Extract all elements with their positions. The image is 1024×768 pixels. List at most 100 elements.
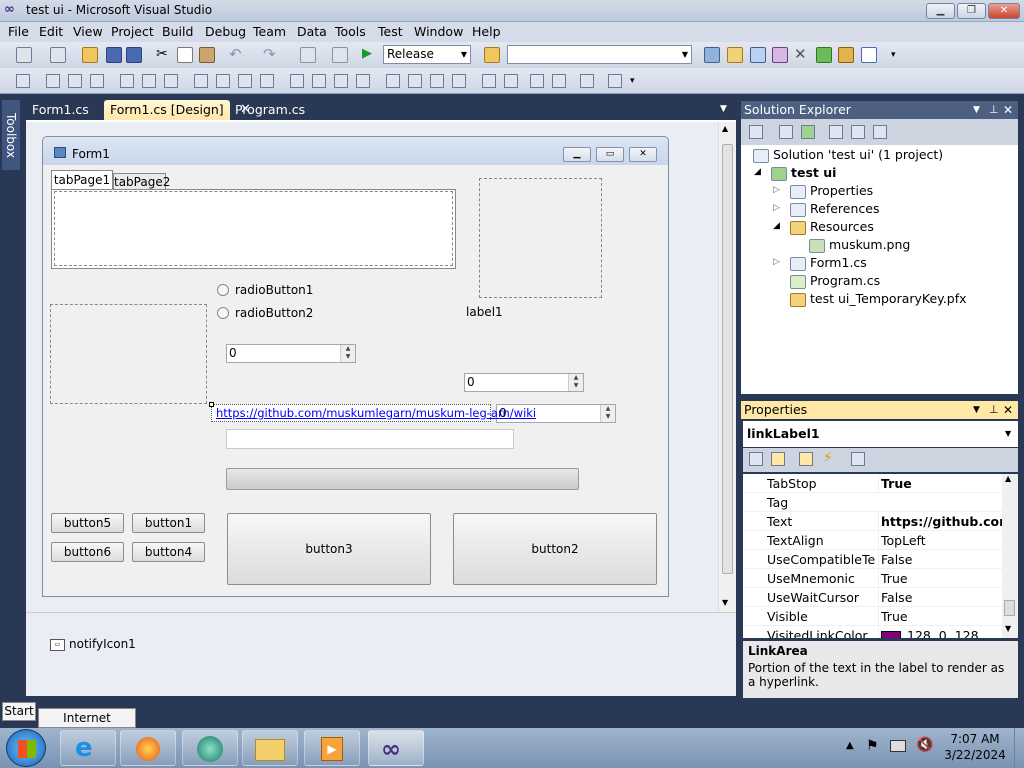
minimize-button[interactable]: ▁ [926,3,955,19]
toolbox-tab[interactable]: Toolbox [2,100,20,170]
align-rights-icon[interactable] [90,74,104,88]
menu-view[interactable]: View [73,24,103,40]
align-centers-icon[interactable] [68,74,82,88]
form-close-button[interactable]: ✕ [629,147,657,162]
start-debugging-icon[interactable]: ▶ [362,46,372,61]
form-maximize-button[interactable]: ▭ [596,147,624,162]
pin-icon[interactable]: ⊥ [989,401,999,419]
close-button[interactable]: ✕ [988,3,1020,19]
view-code-icon[interactable] [829,125,843,139]
property-row[interactable]: UseMnemonic True [743,569,1002,588]
extension-manager-icon[interactable] [838,47,854,63]
tab-form1-design[interactable]: Form1.cs [Design] [104,100,230,120]
categorized-icon[interactable] [749,452,763,466]
spinner-arrows-icon[interactable]: ▲ ▼ [568,374,583,391]
property-row[interactable]: Visible True [743,607,1002,626]
property-pages-icon[interactable] [851,452,865,466]
menu-debug[interactable]: Debug [205,24,246,40]
numeric-updown1[interactable]: 0 ▲ ▼ [226,344,356,363]
toolbar-options-icon[interactable]: ▾ [891,50,896,60]
command-window-icon[interactable] [861,47,877,63]
tab-form1-cs[interactable]: Form1.cs [26,100,95,120]
panel-close-icon[interactable]: ✕ [1003,101,1013,119]
tree-item-form1-cs[interactable]: Form1.cs [790,254,867,272]
maximize-button[interactable]: ❐ [957,3,986,19]
taskbar-internet-explorer[interactable]: e [60,730,116,766]
menu-tools[interactable]: Tools [335,24,366,40]
find-combo[interactable]: ▼ [507,45,692,64]
radio-button2-circle[interactable] [217,307,229,319]
form1-window[interactable]: Form1 ▁ ▭ ✕ tabPage1 tabPage2 label1 rad… [42,136,669,597]
alphabetical-icon[interactable] [771,452,785,466]
tree-item-resources[interactable]: Resources [790,218,874,236]
horizontal-spacing-icon[interactable] [290,74,304,88]
properties-icon[interactable] [749,125,763,139]
property-value[interactable]: True [878,569,1002,588]
new-project-icon[interactable] [16,47,32,63]
scroll-up-icon[interactable]: ▲ [1005,474,1011,483]
make-same-height-icon[interactable] [216,74,230,88]
numeric-updown2[interactable]: 0 ▲ ▼ [464,373,584,392]
radio-button1-label[interactable]: radioButton1 [235,283,313,297]
tree-item-references[interactable]: References [790,200,879,218]
show-desktop-button[interactable] [1014,728,1024,768]
collapsed-arrow-icon[interactable]: ▷ [773,257,780,267]
menu-data[interactable]: Data [297,24,327,40]
button1[interactable]: button1 [132,513,205,533]
property-row[interactable]: TextAlign TopLeft [743,531,1002,550]
navigate-backward-icon[interactable] [300,47,316,63]
start-page-icon[interactable] [816,47,832,63]
selection-handle[interactable] [209,402,214,407]
find-in-files-icon[interactable] [484,47,500,63]
taskbar-media-player[interactable]: ▶ [304,730,360,766]
menu-edit[interactable]: Edit [39,24,63,40]
property-row[interactable]: Tag [743,493,1002,512]
button4[interactable]: button4 [132,542,205,562]
spinner-arrows-icon[interactable]: ▲ ▼ [600,405,615,422]
tree-item-properties[interactable]: Properties [790,182,873,200]
undo-icon[interactable]: ↶ [229,45,242,63]
show-all-files-icon[interactable] [779,125,793,139]
menu-file[interactable]: File [8,24,29,40]
vertical-spacing-icon[interactable] [386,74,400,88]
tab-order-icon[interactable] [580,74,594,88]
scroll-thumb[interactable] [722,144,733,574]
align-to-grid-icon[interactable] [16,74,30,88]
redo-icon[interactable]: ↷ [263,45,276,63]
designer-vertical-scrollbar[interactable]: ▲ ▼ [718,122,736,612]
save-icon[interactable] [106,47,122,63]
paste-icon[interactable] [199,47,215,63]
scroll-thumb[interactable] [1004,600,1015,616]
object-dropdown-icon[interactable]: ▼ [1005,421,1011,447]
form-minimize-button[interactable]: ▁ [563,147,591,162]
center-vertically-icon[interactable] [504,74,518,88]
expand-arrow-icon[interactable]: ◢ [754,167,761,177]
property-row[interactable]: Text https://github.com/m [743,512,1002,531]
taskbar-visual-studio[interactable]: ∞ [368,730,424,766]
property-value[interactable]: False [878,550,1002,569]
align-middles-icon[interactable] [142,74,156,88]
menu-help[interactable]: Help [472,24,501,40]
align-tops-icon[interactable] [120,74,134,88]
remove-v-spacing-icon[interactable] [452,74,466,88]
object-browser-icon[interactable] [750,47,766,63]
taskbar-media-app[interactable] [182,730,238,766]
radio-button2-label[interactable]: radioButton2 [235,306,313,320]
view-designer-icon[interactable] [851,125,865,139]
save-all-icon[interactable] [126,47,142,63]
spinner-arrows-icon[interactable]: ▲ ▼ [340,345,355,362]
center-horizontally-icon[interactable] [482,74,496,88]
properties-window-icon[interactable] [727,47,743,63]
refresh-icon[interactable] [801,125,815,139]
tree-item-program-cs[interactable]: Program.cs [790,272,880,290]
property-row[interactable]: UseWaitCursor False [743,588,1002,607]
toolbox-icon[interactable] [772,47,788,63]
property-value[interactable]: False [878,588,1002,607]
menu-team[interactable]: Team [253,24,286,40]
menu-window[interactable]: Window [414,24,463,40]
taskbar-firefox[interactable] [120,730,176,766]
property-row[interactable]: TabStop True [743,474,1002,493]
clock-date[interactable]: 3/22/2024 [944,748,1006,762]
volume-muted-icon[interactable]: 🔇 [916,737,933,753]
open-file-icon[interactable] [82,47,98,63]
